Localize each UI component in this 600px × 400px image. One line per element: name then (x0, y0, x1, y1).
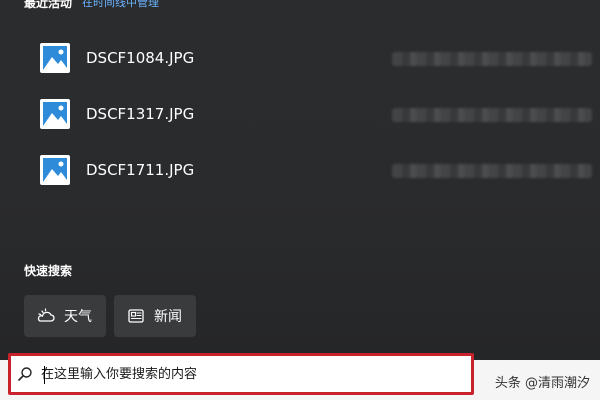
recent-activity-header: 最近活动 在时间线中管理 (24, 0, 159, 10)
image-file-icon (40, 99, 70, 129)
manage-timeline-link[interactable]: 在时间线中管理 (82, 0, 159, 10)
blurred-file-path (392, 164, 592, 178)
quick-search-chips: 天气 新闻 (24, 295, 196, 337)
recent-activity-title: 最近活动 (24, 0, 73, 10)
recent-file-list: DSCF1084.JPG DSCF1317.JPG DSCF1711.JPG (24, 30, 592, 198)
quick-search-title: 快速搜索 (24, 264, 73, 278)
watermark-text: 头条 @清雨潮汐 (494, 376, 590, 391)
recent-file-item[interactable]: DSCF1084.JPG (24, 30, 592, 86)
file-name: DSCF1711.JPG (86, 161, 195, 179)
recent-file-item[interactable]: DSCF1711.JPG (24, 142, 592, 198)
search-icon (18, 367, 32, 381)
search-input[interactable] (41, 360, 461, 388)
blurred-file-path (392, 52, 592, 66)
file-name: DSCF1084.JPG (86, 49, 195, 67)
search-box[interactable] (8, 353, 474, 395)
text-caret (44, 366, 45, 384)
weather-icon (37, 308, 55, 322)
news-chip-label: 新闻 (154, 309, 182, 325)
recent-file-item[interactable]: DSCF1317.JPG (24, 86, 592, 142)
news-icon (128, 309, 144, 323)
start-search-panel: 最近活动 在时间线中管理 DSCF1084.JPG DSCF1317.JPG D… (0, 0, 600, 360)
weather-chip-button[interactable]: 天气 (24, 295, 106, 337)
news-chip-button[interactable]: 新闻 (114, 295, 196, 337)
image-file-icon (40, 155, 70, 185)
weather-chip-label: 天气 (64, 309, 92, 325)
image-file-icon (40, 43, 70, 73)
blurred-file-path (392, 108, 592, 122)
file-name: DSCF1317.JPG (86, 105, 195, 123)
